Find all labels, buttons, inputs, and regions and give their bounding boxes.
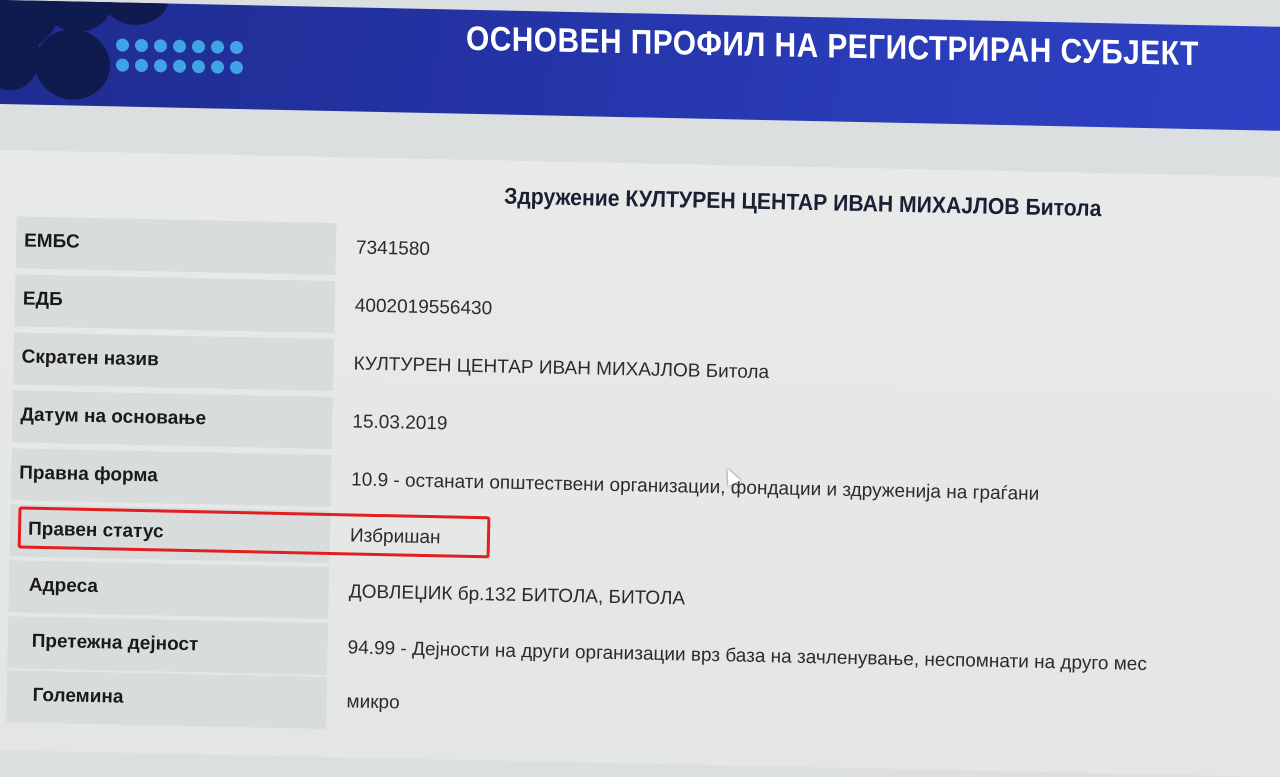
field-value: ДОВЛЕЏИК бр.132 БИТОЛА, БИТОЛА bbox=[348, 581, 686, 610]
field-value: 4002019556430 bbox=[354, 295, 493, 320]
page-title: ОСНОВЕН ПРОФИЛ НА РЕГИСТРИРАН СУБЈЕКТ bbox=[466, 19, 1199, 74]
field-value: микро bbox=[346, 691, 400, 714]
field-label: Правна форма bbox=[19, 462, 158, 487]
field-label: Правен статус bbox=[27, 518, 164, 543]
field-label: Големина bbox=[32, 684, 124, 708]
logo-circle bbox=[35, 28, 110, 101]
entity-name: Здружение КУЛТУРЕН ЦЕНТАР ИВАН МИХАЈЛОВ … bbox=[503, 182, 1102, 222]
field-label: ЕМБС bbox=[23, 230, 80, 253]
field-label: Адреса bbox=[28, 574, 99, 598]
field-value: 7341580 bbox=[355, 237, 431, 261]
field-label: Скратен назив bbox=[21, 346, 159, 371]
logo-dots bbox=[116, 38, 246, 81]
field-value: 10.9 - останати општествени организации,… bbox=[350, 469, 1040, 505]
logo-circle bbox=[100, 0, 170, 26]
field-label: Претежна дејност bbox=[31, 630, 199, 656]
status-value: Избришан bbox=[349, 525, 441, 549]
field-label: ЕДБ bbox=[22, 288, 63, 311]
profile-card: Здружение КУЛТУРЕН ЦЕНТАР ИВАН МИХАЈЛОВ … bbox=[0, 150, 1280, 777]
field-label: Датум на основање bbox=[20, 404, 207, 430]
field-value: 94.99 - Дејности на други организации вр… bbox=[347, 637, 1148, 676]
field-value: КУЛТУРЕН ЦЕНТАР ИВАН МИХАЈЛОВ Битола bbox=[353, 353, 770, 384]
field-value: 15.03.2019 bbox=[352, 411, 448, 435]
header-banner: ОСНОВЕН ПРОФИЛ НА РЕГИСТРИРАН СУБЈЕКТ bbox=[0, 0, 1280, 131]
